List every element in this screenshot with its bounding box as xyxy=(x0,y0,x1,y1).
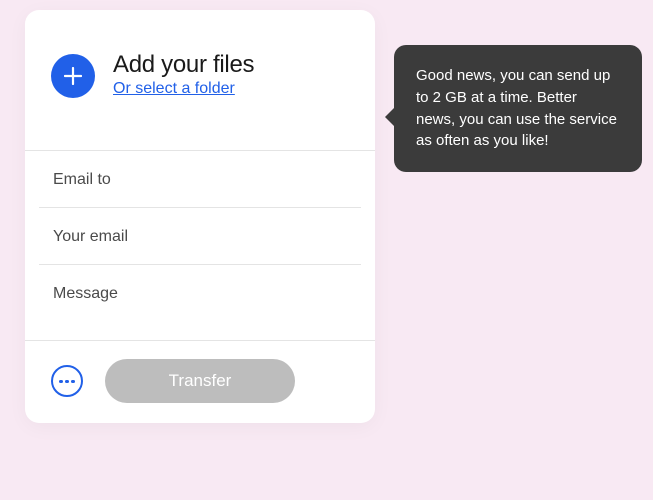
transfer-card: Add your files Or select a folder Transf… xyxy=(25,10,375,423)
tooltip-text: Good news, you can send up to 2 GB at a … xyxy=(416,67,617,149)
dots-icon xyxy=(59,380,75,384)
your-email-input[interactable] xyxy=(39,208,361,264)
info-tooltip: Good news, you can send up to 2 GB at a … xyxy=(394,45,642,172)
message-input[interactable] xyxy=(39,265,361,335)
card-footer: Transfer xyxy=(25,340,375,423)
form-section xyxy=(25,150,375,340)
add-files-button[interactable] xyxy=(51,54,95,98)
upload-heading: Add your files xyxy=(113,52,254,78)
select-folder-link[interactable]: Or select a folder xyxy=(113,80,235,97)
more-options-button[interactable] xyxy=(51,365,83,397)
upload-text: Add your files Or select a folder xyxy=(113,52,254,98)
upload-section: Add your files Or select a folder xyxy=(25,10,375,150)
email-to-field-wrap xyxy=(39,151,361,208)
your-email-field-wrap xyxy=(39,208,361,265)
transfer-button[interactable]: Transfer xyxy=(105,359,295,403)
message-field-wrap xyxy=(39,265,361,340)
email-to-input[interactable] xyxy=(39,151,361,207)
plus-icon xyxy=(64,67,82,85)
